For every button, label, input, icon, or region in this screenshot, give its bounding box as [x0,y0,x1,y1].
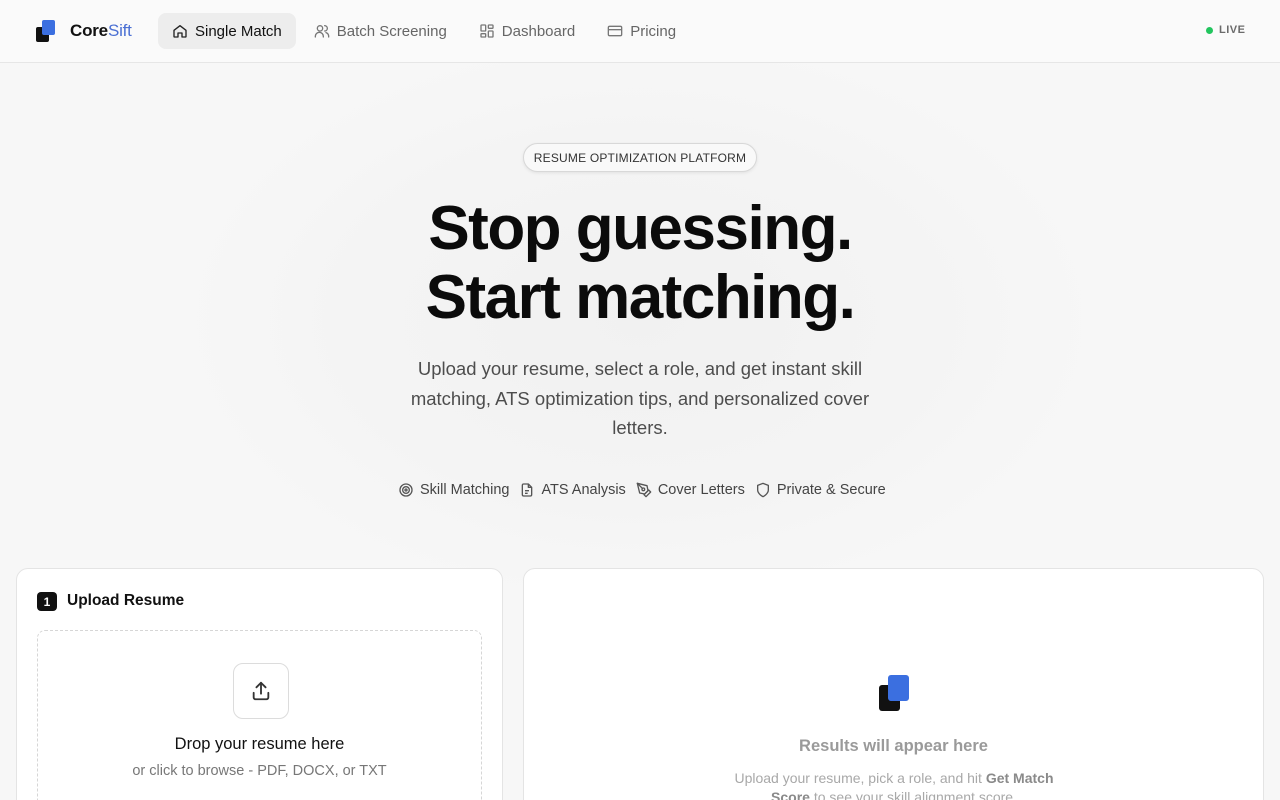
nav-label: Pricing [630,22,677,40]
dropzone-title: Drop your resume here [174,735,345,753]
live-label: LIVE [1219,24,1246,36]
live-status-badge: LIVE [1206,24,1245,36]
pen-icon [636,482,652,498]
feature-skill-matching: Skill Matching [398,482,509,498]
resume-dropzone[interactable]: Drop your resume here or click to browse… [37,630,482,800]
feature-label: Cover Letters [657,482,745,498]
hero-headline-line-2: Start matching. [425,263,856,332]
upload-resume-card: 1 Upload Resume Drop your resume here or… [16,568,503,800]
nav-label: Single Match [195,22,282,40]
nav-batch-screening[interactable]: Batch Screening [300,13,461,49]
nav-dashboard[interactable]: Dashboard [465,13,589,49]
feature-cover-letters: Cover Letters [636,482,745,498]
live-dot-icon [1206,26,1213,34]
home-icon [173,25,187,38]
results-placeholder-subtitle: Upload your resume, pick a role, and hit… [734,770,1054,800]
credit-card-icon [607,25,623,37]
hero-headline-line-1: Stop guessing. [428,194,853,263]
grid-icon [480,24,494,38]
hero-subtitle: Upload your resume, select a role, and g… [410,358,870,438]
feature-ats-analysis: ATS Analysis [519,482,626,498]
target-icon [399,483,413,497]
shield-icon [756,482,769,498]
step-number-badge: 1 [37,592,57,611]
top-navigation-bar: CoreSift Single Match Batch Screening Da… [0,0,1280,63]
brand-name[interactable]: CoreSift [70,21,132,41]
feature-private-secure: Private & Secure [755,482,886,498]
nav-single-match[interactable]: Single Match [158,13,296,49]
feature-label: Private & Secure [776,482,886,498]
nav-pricing[interactable]: Pricing [593,13,690,49]
upload-card-title: Upload Resume [67,592,185,609]
results-placeholder-title: Results will appear here [799,737,988,755]
feature-list: Skill Matching ATS Analysis Cover Letter… [398,482,886,498]
feature-label: Skill Matching [420,482,510,498]
platform-badge: RESUME OPTIMIZATION PLATFORM [523,143,757,172]
main-nav: Single Match Batch Screening Dashboard P… [158,13,690,49]
dropzone-subtitle: or click to browse - PDF, DOCX, or TXT [132,763,387,779]
document-scan-icon [522,483,533,497]
nav-label: Dashboard [501,22,576,40]
users-icon [314,25,330,38]
coresift-placeholder-icon [879,675,911,713]
upload-icon [252,681,270,701]
results-card: Results will appear here Upload your res… [523,568,1264,800]
nav-label: Batch Screening [336,22,447,40]
feature-label: ATS Analysis [541,482,626,498]
coresift-logo-icon[interactable] [36,20,56,42]
upload-button[interactable] [233,663,289,719]
